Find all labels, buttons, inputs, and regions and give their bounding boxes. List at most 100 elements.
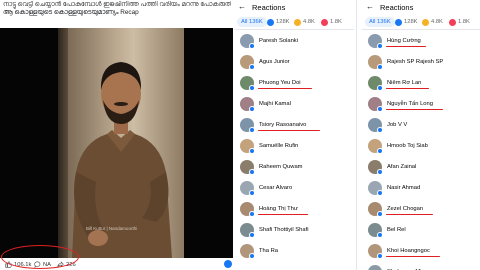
screenshot-collage: നാട്ടു വെട്ടി ചെയ്യാൻ പോകുമ്പോൾ ഇങ്ക്ഷിന…: [0, 0, 480, 270]
person-name[interactable]: Tha Ra: [259, 248, 278, 254]
reaction-list-item[interactable]: Agus Junior: [234, 53, 354, 73]
reaction-list-item[interactable]: Majhi Kamal: [234, 95, 354, 115]
reaction-tabs: All 136K 128K 4.8K 1.8K: [362, 14, 480, 30]
reactions-panel-2: ← Reactions All 136K 128K 4.8K 1.8K Hùng Cư…: [362, 0, 480, 270]
love-reaction-icon: [321, 18, 328, 26]
reaction-tabs: All 136K 128K 4.8K 1.8K: [234, 14, 354, 30]
person-name[interactable]: Job V V: [387, 122, 407, 128]
annotation-underline: [258, 130, 320, 132]
panel-header: ← Reactions: [234, 0, 354, 13]
person-name[interactable]: Nguyễn Tấn Long: [387, 101, 433, 107]
reaction-list-item[interactable]: Tsiory Rasoanaivo: [234, 116, 354, 136]
arrow-left-icon[interactable]: ←: [238, 2, 246, 11]
panel-title: Reactions: [252, 3, 286, 12]
person-name[interactable]: Bel Rel: [387, 227, 406, 233]
like-reaction-icon: [377, 148, 383, 154]
like-reaction-icon: [395, 18, 402, 26]
person-name[interactable]: Cesar Alvaro: [259, 185, 292, 191]
reaction-tab-label: 1.8K: [458, 19, 470, 25]
person-name[interactable]: Paresh Solanki: [259, 38, 298, 44]
like-reaction-icon: [249, 127, 255, 133]
like-reaction-icon: [377, 232, 383, 238]
reaction-tab[interactable]: All 136K: [365, 17, 395, 27]
post-caption-line[interactable]: ആ കൊള്ളയുടെ കൊള്ളയുടെയുമാണ്യം Recap: [3, 9, 231, 17]
post-caption-line: [3, 18, 231, 26]
reaction-icon[interactable]: [224, 260, 232, 268]
reaction-list-item[interactable]: Cesar Alvaro: [234, 179, 354, 199]
reaction-tab[interactable]: 4.8K: [294, 17, 315, 27]
reaction-list-item[interactable]: Hmoob Toj Siab: [362, 137, 480, 157]
person-name[interactable]: Afan Zainal: [387, 164, 416, 170]
person-name[interactable]: Tsiory Rasoanaivo: [259, 122, 306, 128]
reaction-list-item[interactable]: Shaharyar Mis: [362, 263, 480, 270]
person-name[interactable]: Khoi Hoangngoc: [387, 248, 430, 254]
reaction-list-item[interactable]: Shafi Thottiyil Shafi: [234, 221, 354, 241]
reaction-list-item[interactable]: Hùng Cường: [362, 32, 480, 52]
avatar[interactable]: [368, 265, 382, 270]
reaction-tab-label: All 136K: [241, 19, 263, 25]
like-reaction-icon: [377, 190, 383, 196]
person-name[interactable]: Zezel Chogan: [387, 206, 423, 212]
person-name[interactable]: Nasir Ahmad: [387, 185, 420, 191]
annotation-circle: [1, 245, 79, 269]
annotation-underline: [258, 88, 312, 90]
love-reaction-icon: [449, 18, 456, 26]
like-reaction-icon: [249, 253, 255, 259]
reaction-list-item[interactable]: Rajesh SP Rajesh SP: [362, 53, 480, 73]
person-name[interactable]: Hoàng Thị Thư: [259, 206, 298, 212]
reaction-tab[interactable]: 4.8K: [422, 17, 443, 27]
like-reaction-icon: [377, 43, 383, 49]
reaction-list-item[interactable]: Phuong Yeu Doi: [234, 74, 354, 94]
reaction-tab[interactable]: 128K: [395, 17, 418, 27]
person-name[interactable]: Rajesh SP Rajesh SP: [387, 59, 443, 65]
reaction-list-item[interactable]: Job V V: [362, 116, 480, 136]
reaction-list-item[interactable]: Nasir Ahmad: [362, 179, 480, 199]
like-reaction-icon: [377, 253, 383, 259]
haha-reaction-icon: [294, 18, 301, 26]
reaction-tab[interactable]: 1.8K: [449, 17, 470, 27]
panel-title: Reactions: [380, 3, 414, 12]
like-reaction-icon: [249, 190, 255, 196]
reaction-tab[interactable]: 128K: [267, 17, 290, 27]
reaction-list-item[interactable]: Paresh Solanki: [234, 32, 354, 52]
like-reaction-icon: [249, 85, 255, 91]
reaction-list-item[interactable]: Bel Rel: [362, 221, 480, 241]
person-name[interactable]: Hùng Cường: [387, 38, 421, 44]
reaction-tab-label: 4.8K: [431, 19, 443, 25]
reaction-tab[interactable]: 1.8K: [321, 17, 342, 27]
person-name[interactable]: Majhi Kamal: [259, 101, 291, 107]
like-reaction-icon: [249, 64, 255, 70]
annotation-underline: [386, 256, 440, 258]
reaction-list-item[interactable]: Afan Zainal: [362, 158, 480, 178]
video-player[interactable]: Bill Kuttur | Nandamoorthi 🔊: [0, 28, 233, 258]
reaction-tab-label: 4.8K: [303, 19, 315, 25]
like-reaction-icon: [377, 169, 383, 175]
reaction-tab-label: 128K: [404, 19, 418, 25]
person-name[interactable]: Samuëlle Rufin: [259, 143, 298, 149]
annotation-underline: [386, 88, 430, 90]
like-reaction-icon: [377, 106, 383, 112]
reaction-list-item[interactable]: Zezel Chogan: [362, 200, 480, 220]
like-reaction-icon: [249, 106, 255, 112]
person-name[interactable]: Hmoob Toj Siab: [387, 143, 428, 149]
video-watermark: Bill Kuttur | Nandamoorthi: [86, 226, 138, 231]
like-reaction-icon: [249, 232, 255, 238]
person-name[interactable]: Raheem Quwam: [259, 164, 303, 170]
panel-header: ← Reactions: [362, 0, 480, 13]
reaction-list-item[interactable]: Tha Ra: [234, 242, 354, 262]
person-name[interactable]: Shafi Thottiyil Shafi: [259, 227, 309, 233]
arrow-left-icon[interactable]: ←: [366, 2, 374, 11]
like-reaction-icon: [377, 211, 383, 217]
reaction-list-item[interactable]: Niêm Rơ Lan: [362, 74, 480, 94]
person-name[interactable]: Agus Junior: [259, 59, 290, 65]
reaction-list-item[interactable]: Hoàng Thị Thư: [234, 200, 354, 220]
person-name[interactable]: Niêm Rơ Lan: [387, 80, 421, 86]
reaction-tab[interactable]: All 136K: [237, 17, 267, 27]
reaction-tab-label: 128K: [276, 19, 290, 25]
person-name[interactable]: Phuong Yeu Doi: [259, 80, 301, 86]
reaction-list-item[interactable]: Nguyễn Tấn Long: [362, 95, 480, 115]
reaction-list-item[interactable]: Khoi Hoangngoc: [362, 242, 480, 262]
like-reaction-icon: [377, 85, 383, 91]
reaction-list-item[interactable]: Raheem Quwam: [234, 158, 354, 178]
reaction-list-item[interactable]: Samuëlle Rufin: [234, 137, 354, 157]
